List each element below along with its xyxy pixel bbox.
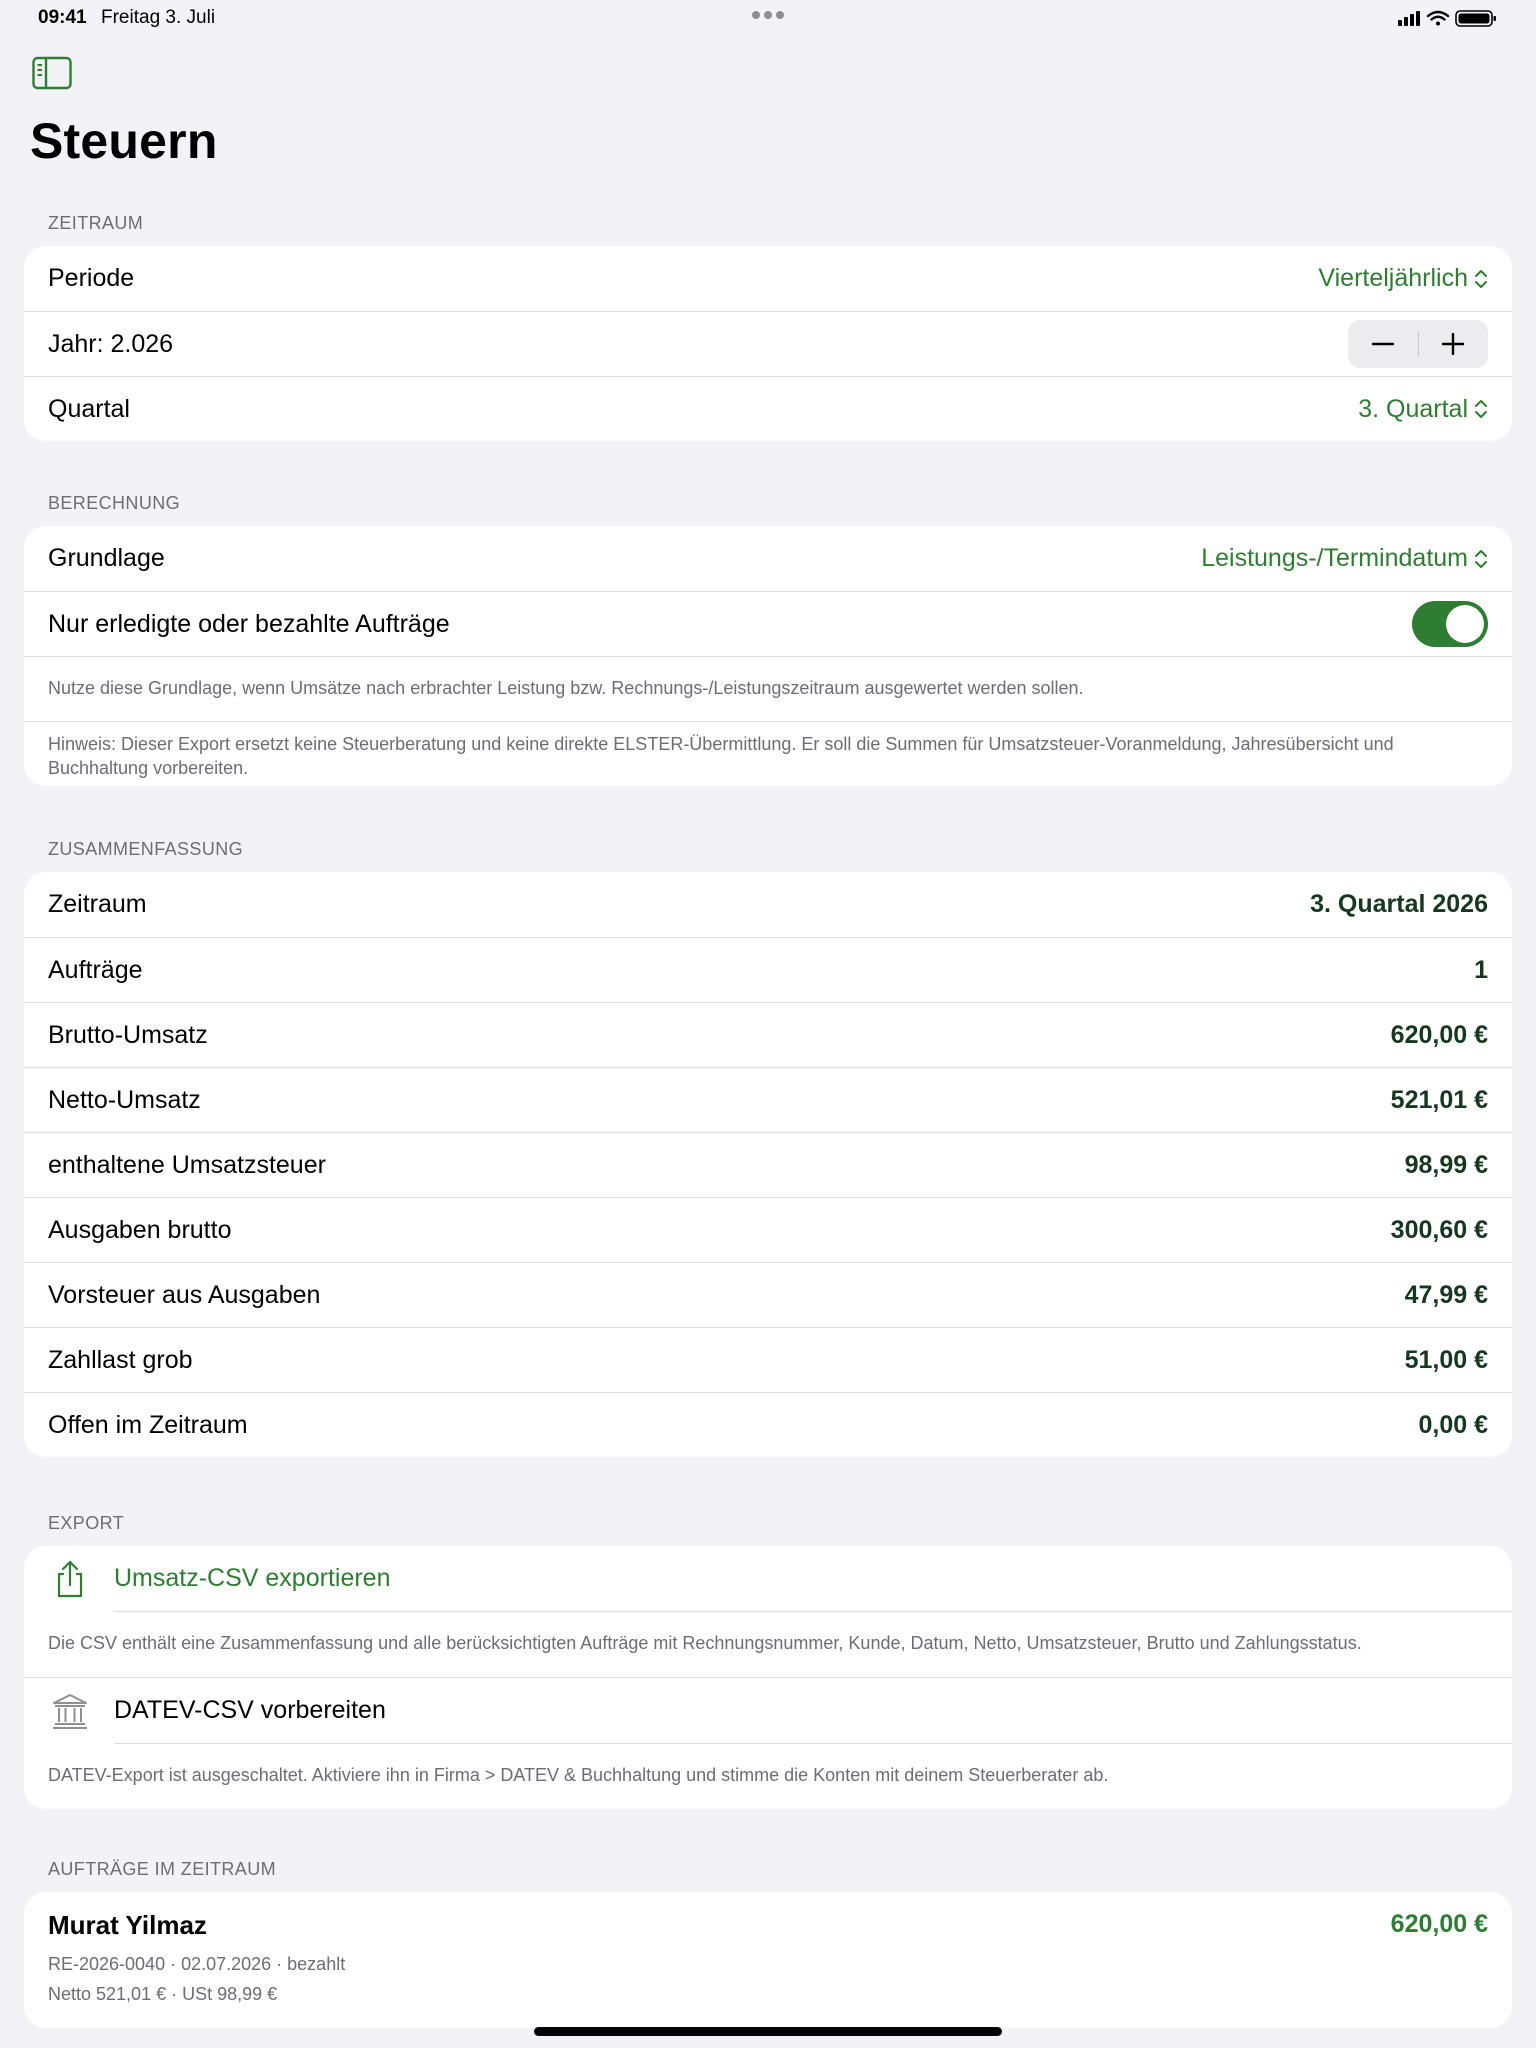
grundlage-picker[interactable]: Leistungs-/Termindatum [1201, 544, 1488, 573]
summary-row: Aufträge 1 [24, 937, 1512, 1002]
summary-value: 620,00 € [1390, 1020, 1488, 1049]
page-title: Steuern [30, 113, 218, 169]
section-header-auftraege: Aufträge im Zeitraum [48, 1859, 276, 1879]
zeitraum-card: Periode Vierteljährlich Jahr: 2.026 Quar… [24, 246, 1512, 441]
section-header-export: Export [48, 1513, 125, 1533]
quartal-value: 3. Quartal [1358, 394, 1468, 423]
berechnung-card: Grundlage Leistungs-/Termindatum Nur erl… [24, 526, 1512, 786]
quartal-picker[interactable]: 3. Quartal [1358, 395, 1488, 424]
csv-note: Die CSV enthält eine Zusammenfassung und… [48, 1633, 1362, 1653]
summary-row: enthaltene Umsatzsteuer 98,99 € [24, 1132, 1512, 1197]
section-header-zeitraum: Zeitraum [48, 213, 144, 233]
section-header-zusammenfassung: Zusammenfassung [48, 839, 244, 859]
order-amount: 620,00 € [1390, 1910, 1488, 1938]
summary-label: enthaltene Umsatzsteuer [48, 1150, 326, 1179]
zusammenfassung-card: Zeitraum 3. Quartal 2026 Aufträge 1 Brutto… [24, 872, 1512, 1457]
summary-row: Netto-Umsatz 521,01 € [24, 1067, 1512, 1132]
summary-label: Zeitraum [48, 890, 147, 918]
summary-label: Vorsteuer aus Ausgaben [48, 1280, 321, 1309]
summary-row: Zeitraum 3. Quartal 2026 [24, 872, 1512, 937]
summary-value: 51,00 € [1404, 1345, 1488, 1374]
order-tax-details: Netto 521,01 € · USt 98,99 € [48, 1984, 278, 2004]
summary-value: 3. Quartal 2026 [1310, 890, 1488, 918]
auftraege-card: Murat Yilmaz 620,00 € RE-2026-0040 · 02.… [24, 1892, 1512, 2028]
summary-label: Zahllast grob [48, 1345, 193, 1374]
order-meta: RE-2026-0040 · 02.07.2026 · bezahlt [48, 1954, 346, 1974]
section-header-berechnung: Berechnung [48, 493, 181, 513]
status-icons [1398, 10, 1496, 27]
summary-label: Ausgaben brutto [48, 1215, 232, 1244]
increment-button[interactable] [1418, 320, 1488, 368]
periode-picker[interactable]: Vierteljährlich [1318, 264, 1488, 293]
summary-row: Vorsteuer aus Ausgaben 47,99 € [24, 1262, 1512, 1327]
hinweis-note: Hinweis: Dieser Export ersetzt keine Ste… [24, 721, 1512, 786]
grundlage-row: Grundlage Leistungs-/Termindatum [24, 526, 1512, 591]
summary-value: 0,00 € [1418, 1410, 1488, 1439]
erledigt-toggle[interactable] [1412, 601, 1488, 647]
chevron-up-down-icon [1475, 400, 1487, 418]
sidebar-toggle-icon[interactable] [32, 56, 72, 90]
summary-row: Offen im Zeitraum 0,00 € [24, 1392, 1512, 1457]
summary-value: 1 [1474, 955, 1488, 984]
status-time: 09:41 [38, 7, 87, 28]
multitasking-dots-icon[interactable] [751, 9, 785, 21]
grundlage-note: Nutze diese Grundlage, wenn Umsätze nach… [24, 656, 1512, 721]
periode-label: Periode [48, 264, 135, 292]
jahr-label: Jahr: 2.026 [48, 329, 174, 358]
datev-csv-button[interactable]: DATEV-CSV vorbereiten [24, 1678, 1512, 1743]
bank-icon [53, 1694, 87, 1729]
minus-icon [1372, 342, 1394, 346]
plus-icon [1442, 333, 1464, 355]
status-date: Freitag 3. Juli [101, 7, 216, 28]
summary-label: Aufträge [48, 955, 143, 984]
datev-csv-label: DATEV-CSV vorbereiten [114, 1696, 386, 1724]
summary-value: 98,99 € [1404, 1150, 1488, 1179]
grundlage-value: Leistungs-/Termindatum [1201, 544, 1468, 572]
summary-label: Offen im Zeitraum [48, 1410, 248, 1439]
erledigt-toggle-row: Nur erledigte oder bezahlte Aufträge [24, 591, 1512, 656]
erledigt-toggle-label: Nur erledigte oder bezahlte Aufträge [48, 609, 450, 638]
umsatz-csv-label: Umsatz-CSV exportieren [114, 1564, 391, 1592]
datev-note: DATEV-Export ist ausgeschaltet. Aktivier… [48, 1765, 1109, 1785]
summary-label: Brutto-Umsatz [48, 1020, 208, 1049]
order-customer-name: Murat Yilmaz [48, 1910, 207, 1940]
jahr-stepper [1348, 320, 1488, 368]
summary-value: 47,99 € [1404, 1280, 1488, 1309]
home-indicator[interactable] [534, 2027, 1002, 2036]
grundlage-label: Grundlage [48, 544, 165, 572]
share-icon [57, 1560, 83, 1598]
chevron-up-down-icon [1475, 549, 1487, 568]
status-bar: 09:41 Freitag 3. Juli [0, 0, 1536, 36]
summary-row: Zahllast grob 51,00 € [24, 1327, 1512, 1392]
chevron-up-down-icon [1475, 269, 1487, 288]
summary-label: Netto-Umsatz [48, 1085, 201, 1114]
cellular-signal-icon [1398, 11, 1420, 26]
summary-value: 521,01 € [1390, 1085, 1488, 1114]
jahr-row: Jahr: 2.026 [24, 311, 1512, 376]
list-item[interactable]: Murat Yilmaz 620,00 € RE-2026-0040 · 02.… [24, 1892, 1512, 2012]
summary-row: Ausgaben brutto 300,60 € [24, 1197, 1512, 1262]
quartal-label: Quartal [48, 394, 130, 423]
periode-row: Periode Vierteljährlich [24, 246, 1512, 311]
quartal-row: Quartal 3. Quartal [24, 376, 1512, 441]
battery-icon [1455, 10, 1496, 27]
toggle-knob [1446, 605, 1484, 643]
umsatz-csv-export-button[interactable]: Umsatz-CSV exportieren [24, 1546, 1512, 1611]
wifi-icon [1426, 10, 1450, 26]
periode-value: Vierteljährlich [1318, 264, 1468, 292]
summary-row: Brutto-Umsatz 620,00 € [24, 1002, 1512, 1067]
decrement-button[interactable] [1348, 320, 1418, 368]
export-card: Umsatz-CSV exportieren Die CSV enthält e… [24, 1546, 1512, 1809]
stepper-divider [1418, 332, 1419, 356]
summary-value: 300,60 € [1390, 1215, 1488, 1244]
